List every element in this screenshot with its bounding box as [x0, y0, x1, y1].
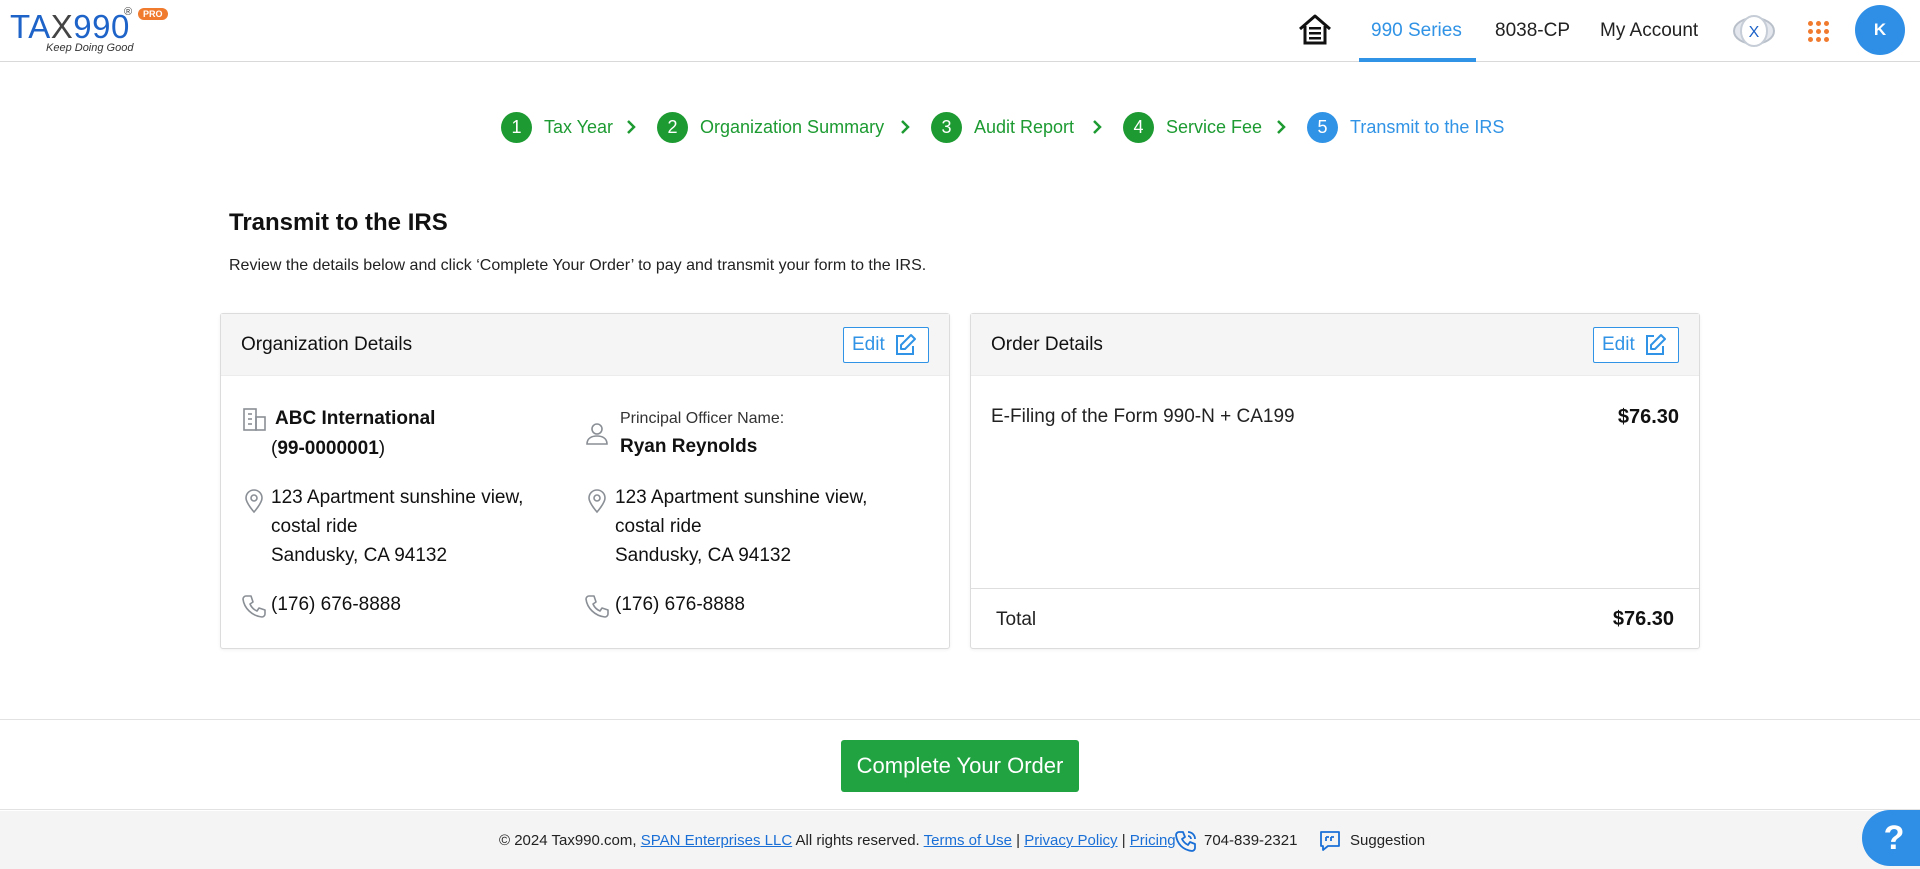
location-pin-icon	[245, 489, 263, 514]
pricing-link[interactable]: Pricing	[1130, 832, 1176, 849]
officer-address-line-2: costal ride	[615, 516, 702, 537]
step-label: Service Fee	[1166, 116, 1263, 137]
step-service-fee[interactable]: 4 Service Fee	[1123, 110, 1262, 144]
step-number: 1	[501, 111, 532, 143]
step-number: 2	[657, 111, 688, 143]
chevron-right-icon	[1093, 120, 1102, 134]
step-tax-year[interactable]: 1 Tax Year	[501, 110, 613, 144]
step-label: Audit Report	[974, 116, 1075, 137]
order-line-price: $76.30	[1617, 406, 1679, 428]
step-number: 5	[1307, 111, 1338, 143]
card-header: Order Details Edit	[971, 314, 1699, 376]
organization-ein: (99-0000001)	[271, 438, 386, 459]
user-avatar[interactable]: K	[1855, 5, 1905, 55]
step-number: 3	[931, 111, 962, 143]
total-value: $76.30	[1612, 608, 1674, 630]
step-label: Transmit to the IRS	[1350, 116, 1505, 137]
building-icon	[243, 408, 266, 431]
card-header: Organization Details Edit	[221, 314, 949, 376]
tax990-logo[interactable]: TAX990 ® PRO Keep Doing Good	[10, 6, 180, 56]
taxbandits-x-icon[interactable]: X	[1731, 10, 1777, 52]
divider	[971, 588, 1699, 589]
footer-links: © 2024 Tax990.com, SPAN Enterprises LLC …	[499, 832, 1176, 849]
order-line-item: E-Filing of the Form 990-N + CA199	[991, 406, 1295, 427]
footer: © 2024 Tax990.com, SPAN Enterprises LLC …	[0, 811, 1920, 869]
separator: |	[1117, 832, 1130, 849]
step-audit-report[interactable]: 3 Audit Report	[931, 110, 1074, 144]
edit-organization-button[interactable]: Edit	[843, 327, 929, 363]
logo-registered-mark: ®	[124, 6, 133, 18]
step-label: Organization Summary	[700, 116, 885, 137]
privacy-policy-link[interactable]: Privacy Policy	[1024, 832, 1117, 849]
total-label: Total	[996, 609, 1037, 630]
principal-officer-name: Ryan Reynolds	[620, 436, 758, 457]
page-subtitle: Review the details below and click ‘Comp…	[229, 257, 927, 274]
order-details-card: Order Details Edit E-Filing of the Form …	[970, 313, 1700, 649]
officer-phone: (176) 676-8888	[615, 594, 745, 615]
nav-8038-cp[interactable]: 8038-CP	[1495, 20, 1570, 42]
officer-address-line-3: Sandusky, CA 94132	[615, 545, 792, 566]
help-button[interactable]: ?	[1862, 810, 1920, 866]
apps-grid-icon[interactable]	[1808, 21, 1830, 43]
chevron-right-icon	[1277, 120, 1286, 134]
card-title: Order Details	[991, 334, 1103, 355]
page-title: Transmit to the IRS	[229, 209, 448, 236]
span-enterprises-link[interactable]: SPAN Enterprises LLC	[641, 832, 792, 849]
logo-tagline: Keep Doing Good	[46, 42, 134, 54]
complete-your-order-button[interactable]: Complete Your Order	[841, 740, 1079, 792]
support-phone[interactable]: 704-839-2321	[1204, 832, 1297, 849]
step-transmit-to-irs[interactable]: 5 Transmit to the IRS	[1307, 110, 1504, 144]
action-bar: Complete Your Order	[0, 719, 1920, 810]
card-title: Organization Details	[241, 334, 413, 355]
logo-wordmark: TAX990	[10, 8, 130, 45]
edit-pencil-icon	[895, 334, 916, 355]
phone-call-icon	[1175, 831, 1196, 852]
terms-of-use-link[interactable]: Terms of Use	[924, 832, 1012, 849]
top-header: TAX990 ® PRO Keep Doing Good 990 Series …	[0, 0, 1920, 62]
nav-my-account[interactable]: My Account	[1600, 20, 1698, 42]
nav-active-indicator	[1359, 58, 1476, 62]
principal-officer-label: Principal Officer Name:	[620, 410, 785, 427]
chevron-right-icon	[901, 120, 910, 134]
organization-name: ABC International	[275, 408, 436, 429]
location-pin-icon	[588, 489, 606, 514]
edit-pencil-icon	[1645, 334, 1666, 355]
chevron-right-icon	[627, 120, 636, 134]
nav-990-series[interactable]: 990 Series	[1371, 20, 1462, 42]
step-organization-summary[interactable]: 2 Organization Summary	[657, 110, 884, 144]
suggestion-link[interactable]: Suggestion	[1350, 832, 1425, 849]
phone-icon	[585, 595, 609, 618]
organization-address-line-1: 123 Apartment sunshine view,	[271, 487, 524, 508]
rights-text: All rights reserved.	[792, 832, 924, 849]
organization-details-card: Organization Details Edit ABC Internatio…	[220, 313, 950, 649]
progress-stepper: 1 Tax Year 2 Organization Summary 3 Audi…	[0, 110, 1920, 144]
phone-icon	[242, 595, 266, 618]
step-number: 4	[1123, 111, 1154, 143]
suggestion-chat-icon	[1320, 831, 1340, 851]
person-icon	[586, 423, 608, 445]
svg-text:X: X	[1749, 24, 1760, 41]
logo-pro-badge: PRO	[138, 8, 168, 20]
copyright-text: © 2024 Tax990.com,	[499, 832, 641, 849]
home-icon[interactable]	[1297, 12, 1333, 48]
step-label: Tax Year	[544, 116, 614, 137]
organization-phone: (176) 676-8888	[271, 594, 401, 615]
separator: |	[1011, 832, 1025, 849]
officer-address-line-1: 123 Apartment sunshine view,	[615, 487, 868, 508]
edit-order-button[interactable]: Edit	[1593, 327, 1679, 363]
organization-address-line-2: costal ride	[271, 516, 358, 537]
organization-address-line-3: Sandusky, CA 94132	[271, 545, 448, 566]
edit-label: Edit	[1602, 334, 1635, 355]
edit-label: Edit	[852, 334, 885, 355]
